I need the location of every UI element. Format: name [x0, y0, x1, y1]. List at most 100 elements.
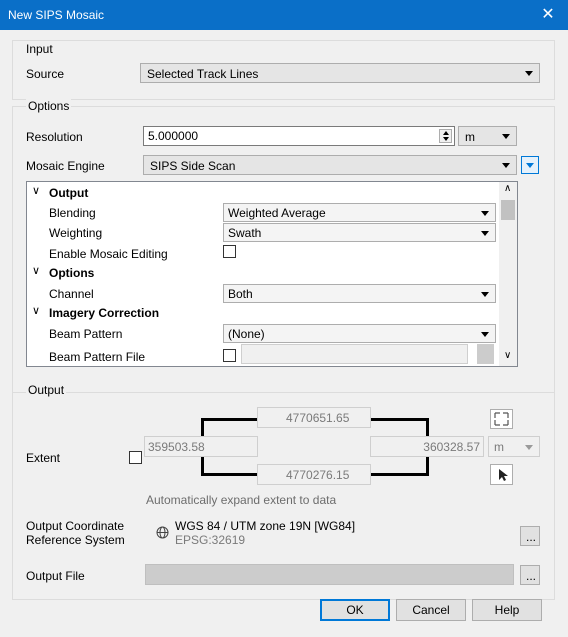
crs-browse-label: ...	[526, 530, 537, 544]
browse-button[interactable]	[477, 344, 494, 364]
blending-value: Weighted Average	[228, 206, 326, 220]
close-icon: ✕	[541, 6, 555, 23]
resolution-value: 5.000000	[148, 129, 199, 143]
resolution-unit-value: m	[465, 130, 475, 144]
dialog-body: Input Source Selected Track Lines Option…	[0, 30, 568, 637]
scrollbar-thumb[interactable]	[501, 200, 515, 220]
crs-label-line1: Output Coordinate	[26, 519, 125, 533]
source-dropdown[interactable]: Selected Track Lines	[140, 63, 540, 83]
auto-expand-text: Automatically expand extent to data	[146, 493, 337, 507]
chevron-down-icon	[502, 134, 510, 139]
beam-pattern-file-checkbox[interactable]	[223, 349, 236, 362]
tree-row-weighting: Weighting Swath	[27, 223, 501, 243]
resolution-input[interactable]: 5.000000	[143, 126, 455, 146]
tree-row-enable-mosaic-editing: Enable Mosaic Editing	[27, 243, 501, 263]
spin-icon[interactable]	[439, 129, 452, 143]
crs-browse-button[interactable]: ...	[520, 526, 540, 546]
extent-unit-value: m	[494, 440, 504, 454]
options-group-label: Options	[26, 99, 72, 113]
ok-button[interactable]: OK	[320, 599, 390, 621]
extent-south-input[interactable]: 4770276.15	[257, 464, 371, 485]
source-value: Selected Track Lines	[147, 67, 259, 81]
enable-mosaic-editing-checkbox[interactable]	[223, 245, 236, 258]
chevron-down-icon	[525, 71, 533, 76]
extent-north-input[interactable]: 4770651.65	[257, 407, 371, 428]
output-group-label: Output	[26, 383, 67, 397]
cancel-button-label: Cancel	[412, 603, 450, 617]
tree-category-output[interactable]: ∨ Output	[27, 183, 501, 203]
tree-row-label: Enable Mosaic Editing	[49, 247, 168, 261]
weighting-value: Swath	[228, 226, 262, 240]
chevron-down-icon	[481, 211, 489, 216]
extent-west-input[interactable]: 359503.58	[144, 436, 258, 457]
chevron-down-icon[interactable]: ∨	[32, 304, 40, 317]
tree-row-label: Beam Pattern	[49, 327, 123, 341]
tree-row-label: Weighting	[49, 226, 103, 240]
mosaic-engine-value: SIPS Side Scan	[150, 159, 236, 173]
tree-row-beam-pattern: Beam Pattern (None)	[27, 323, 501, 343]
chevron-down-icon[interactable]: ∨	[32, 264, 40, 277]
beam-pattern-file-input[interactable]	[241, 344, 468, 364]
extent-checkbox[interactable]	[129, 451, 142, 464]
extent-unit-dropdown[interactable]: m	[488, 436, 540, 457]
resolution-label: Resolution	[26, 130, 83, 144]
help-button[interactable]: Help	[472, 599, 542, 621]
zoom-extent-icon[interactable]	[490, 409, 513, 429]
tree-row-label: Channel	[49, 287, 94, 301]
extent-label: Extent	[26, 451, 61, 465]
chevron-up-icon[interactable]: ∧	[504, 183, 511, 194]
output-file-input[interactable]	[145, 564, 514, 585]
tree-row-label: Blending	[49, 206, 96, 220]
tree-category-label: Output	[49, 186, 89, 200]
crs-name: WGS 84 / UTM zone 19N [WG84]	[175, 519, 356, 533]
mosaic-properties-tree: ∨ Output Blending Weighted Average Weigh…	[26, 181, 518, 367]
tree-row-blending: Blending Weighted Average	[27, 203, 501, 223]
extent-north-value: 4770651.65	[286, 411, 350, 425]
engine-options-toggle[interactable]	[521, 156, 539, 174]
chevron-down-icon	[481, 292, 489, 297]
window-title: New SIPS Mosaic	[8, 8, 105, 22]
chevron-down-icon	[502, 163, 510, 168]
mosaic-engine-dropdown[interactable]: SIPS Side Scan	[143, 155, 517, 175]
beam-pattern-dropdown[interactable]: (None)	[223, 324, 496, 343]
weighting-dropdown[interactable]: Swath	[223, 223, 496, 242]
blending-dropdown[interactable]: Weighted Average	[223, 203, 496, 222]
help-button-label: Help	[494, 603, 520, 617]
tree-row-label: Beam Pattern File	[49, 350, 146, 364]
extent-west-value: 359503.58	[148, 440, 205, 454]
output-file-browse-button[interactable]: ...	[520, 565, 540, 585]
tree-row-beam-pattern-file: Beam Pattern File	[27, 343, 501, 364]
chevron-down-icon	[481, 332, 489, 337]
tree-category-imagery-correction[interactable]: ∨ Imagery Correction	[27, 303, 501, 323]
beam-pattern-value: (None)	[228, 327, 265, 341]
cancel-button[interactable]: Cancel	[396, 599, 466, 621]
output-file-label: Output File	[26, 569, 85, 583]
chevron-down-icon	[525, 445, 533, 450]
tree-category-label: Imagery Correction	[49, 306, 160, 320]
source-label: Source	[26, 67, 65, 81]
ok-button-label: OK	[346, 603, 364, 617]
globe-icon	[156, 526, 169, 539]
channel-dropdown[interactable]: Both	[223, 284, 496, 303]
extent-east-input[interactable]: 360328.57	[370, 436, 484, 457]
chevron-down-icon[interactable]: ∨	[32, 184, 40, 197]
input-group-label: Input	[26, 42, 53, 56]
chevron-down-icon	[526, 163, 534, 168]
resolution-unit-dropdown[interactable]: m	[458, 126, 517, 146]
crs-code: EPSG:32619	[175, 533, 246, 547]
extent-east-value: 360328.57	[423, 440, 480, 454]
select-extent-icon[interactable]	[490, 464, 513, 485]
crs-label-line2: Reference System	[26, 533, 125, 547]
channel-value: Both	[228, 287, 253, 301]
mosaic-engine-label: Mosaic Engine	[26, 159, 105, 173]
tree-category-options[interactable]: ∨ Options	[27, 263, 501, 283]
title-bar: New SIPS Mosaic ✕	[0, 0, 568, 30]
chevron-down-icon	[481, 231, 489, 236]
tree-scrollbar[interactable]: ∧ ∨	[499, 182, 517, 366]
tree-row-channel: Channel Both	[27, 283, 501, 303]
chevron-down-icon[interactable]: ∨	[504, 350, 511, 361]
extent-south-value: 4770276.15	[286, 468, 350, 482]
tree-category-label: Options	[49, 266, 95, 280]
close-button[interactable]: ✕	[528, 0, 568, 30]
output-file-browse-label: ...	[526, 569, 537, 583]
